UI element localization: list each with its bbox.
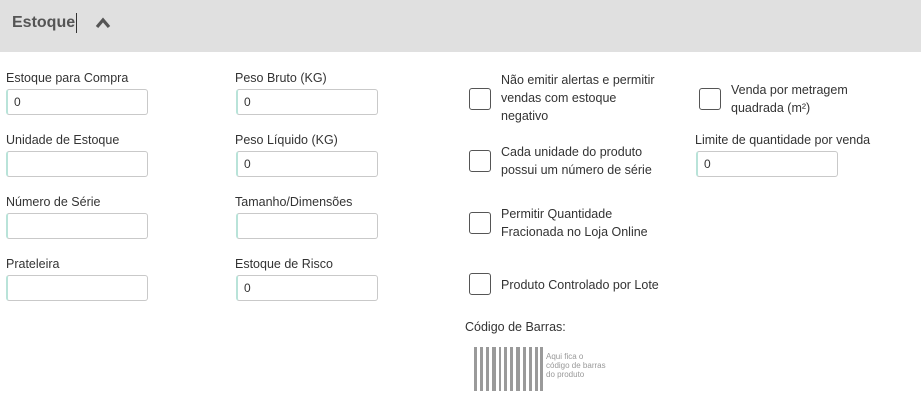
section-header[interactable]: Estoque (0, 0, 921, 52)
numero-serie-label: Número de Série (6, 195, 101, 209)
metragem-checkbox[interactable] (699, 88, 721, 110)
estoque-risco-input[interactable] (236, 275, 378, 301)
fracionada-label[interactable]: Permitir Quantidade Fracionada no Loja O… (501, 205, 648, 241)
fracionada-label-line1: Permitir Quantidade (501, 207, 613, 221)
nao-emitir-label-line2: vendas com estoque (501, 91, 617, 105)
metragem-label[interactable]: Venda por metragem quadrada (m²) (731, 81, 848, 117)
estoque-compra-input[interactable] (6, 89, 148, 115)
barcode-label: Código de Barras: (465, 320, 566, 334)
lote-checkbox[interactable] (469, 273, 491, 295)
lote-label[interactable]: Produto Controlado por Lote (501, 276, 659, 294)
peso-liquido-label: Peso Líquido (KG) (235, 133, 338, 147)
fracionada-checkbox[interactable] (469, 212, 491, 234)
peso-liquido-input[interactable] (236, 151, 378, 177)
peso-bruto-label: Peso Bruto (KG) (235, 71, 327, 85)
limite-venda-label: Limite de quantidade por venda (695, 133, 871, 147)
nao-emitir-label-line1: Não emitir alertas e permitir (501, 73, 655, 87)
metragem-label-line1: Venda por metragem (731, 83, 848, 97)
tamanho-label: Tamanho/Dimensões (235, 195, 353, 209)
peso-bruto-input[interactable] (236, 89, 378, 115)
cada-unidade-label[interactable]: Cada unidade do produto possui um número… (501, 143, 652, 179)
barcode-caption-line1: Aqui fica o (546, 352, 584, 361)
estoque-risco-label: Estoque de Risco (235, 257, 333, 271)
barcode-caption-line2: código de barras (546, 361, 606, 370)
numero-serie-input[interactable] (6, 213, 148, 239)
prateleira-label: Prateleira (6, 257, 60, 271)
estoque-compra-label: Estoque para Compra (6, 71, 129, 85)
unidade-estoque-input[interactable] (6, 151, 148, 177)
tamanho-input[interactable] (236, 213, 378, 239)
nao-emitir-label[interactable]: Não emitir alertas e permitir vendas com… (501, 71, 655, 125)
cada-unidade-checkbox[interactable] (469, 150, 491, 172)
lote-label-line1: Produto Controlado por Lote (501, 278, 659, 292)
section-title: Estoque (12, 13, 78, 33)
cada-unidade-label-line1: Cada unidade do produto (501, 145, 643, 159)
nao-emitir-checkbox[interactable] (469, 88, 491, 110)
chevron-up-icon[interactable] (95, 17, 111, 29)
cada-unidade-label-line2: possui um número de série (501, 163, 652, 177)
metragem-label-line2: quadrada (m²) (731, 101, 811, 115)
nao-emitir-label-line3: negativo (501, 109, 549, 123)
unidade-estoque-label: Unidade de Estoque (6, 133, 120, 147)
fracionada-label-line2: Fracionada no Loja Online (501, 225, 648, 239)
prateleira-input[interactable] (6, 275, 148, 301)
barcode-caption: Aqui fica o código de barras do produto (546, 352, 626, 379)
barcode-caption-line3: do produto (546, 370, 585, 379)
limite-venda-input[interactable] (696, 151, 838, 177)
barcode-icon (474, 347, 543, 391)
